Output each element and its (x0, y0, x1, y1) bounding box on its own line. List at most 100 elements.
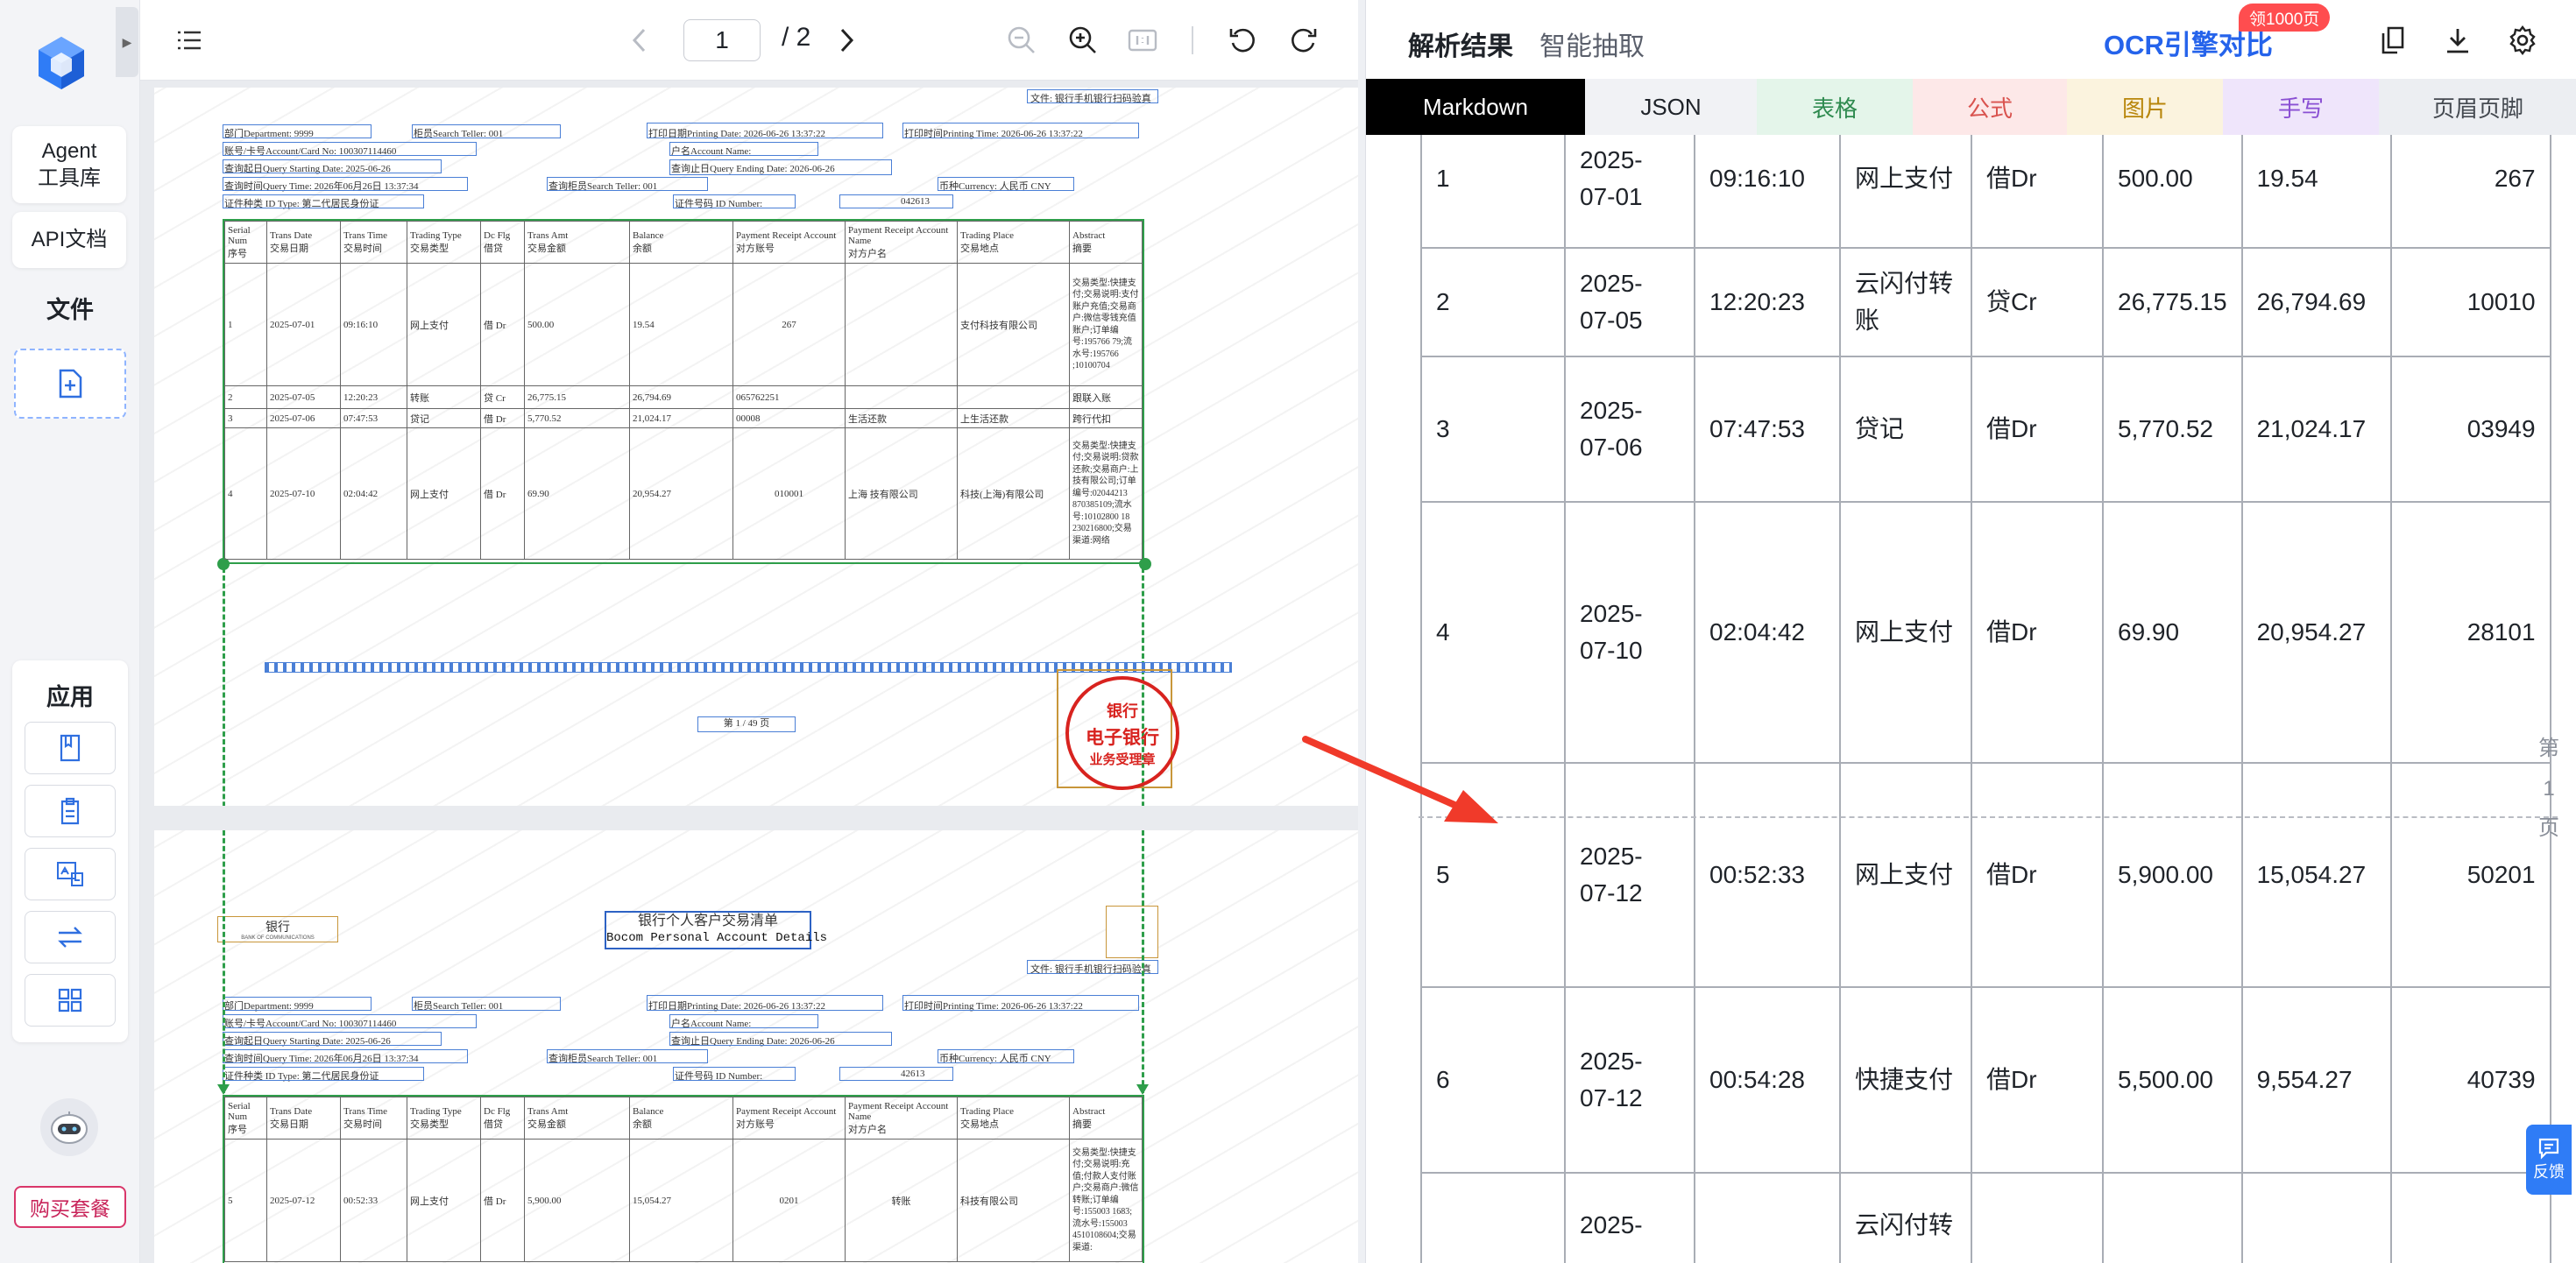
page-break-divider (1419, 816, 2558, 818)
ocr-region (547, 177, 708, 191)
result-table: 1 2025- 07-01 09:16:10 网上支付 借Dr 500.00 19.54 26… (1420, 135, 2551, 1263)
table-cell: 21,024.17 (629, 408, 733, 428)
table-cell: 02:04:42 (340, 427, 407, 560)
page-number-input[interactable] (683, 19, 761, 61)
table-cell: 交易类型:快捷支付;交易说明:支付账户充值;交易商户:微信零钱充值账户;订单编号… (1069, 263, 1143, 386)
settings-gear-icon[interactable] (2503, 21, 2542, 60)
prev-page-icon[interactable] (620, 21, 659, 60)
book-icon (60, 734, 81, 762)
seal-line-1: 电子银行 (1086, 725, 1159, 748)
collapse-sidebar-button[interactable]: ▶ (116, 7, 138, 77)
table-cell: 500.00 (524, 263, 630, 386)
feedback-button[interactable]: 反馈 (2526, 1125, 2572, 1195)
table-cell: 2 (224, 385, 267, 409)
table-cell: 3 (224, 408, 267, 428)
agent-toolkit-button[interactable]: Agent 工具库 (12, 126, 126, 203)
statement-title-cn: 银行个人客户交易清单 (637, 914, 778, 928)
table-cell: 跨行代扣 (1069, 408, 1143, 428)
zoom-out-icon[interactable] (1002, 21, 1041, 60)
ocr-region (647, 123, 883, 138)
ocr-region (412, 124, 561, 138)
document-viewer: / 2 文件: 银行手机银行扫码验真 (140, 0, 1358, 1263)
column-header: Payment Receipt Account Name 对方户名 (845, 1097, 958, 1140)
result-table-cell: 00:54:28 (1694, 986, 1841, 1174)
result-table-cell: 5,770.52 (2102, 356, 2243, 503)
table-cell: 15,054.27 (629, 1139, 733, 1262)
ocr-region (839, 194, 953, 208)
result-table-cell: 贷记 (1839, 356, 1972, 503)
outline-list-icon[interactable] (170, 21, 209, 60)
zoom-in-icon[interactable] (1064, 21, 1102, 60)
tab-handwriting[interactable]: 手写 (2223, 79, 2379, 135)
tab-table[interactable]: 表格 (1757, 79, 1913, 135)
table-cell: 00008 (732, 408, 846, 428)
rotate-left-icon[interactable] (1223, 21, 1262, 60)
table-cell: 生活还款 (845, 408, 958, 428)
result-table-cell: 借Dr (1971, 501, 2104, 764)
viewer-toolbar: / 2 (140, 0, 1358, 81)
column-header: Trans Date 交易日期 (266, 221, 341, 264)
result-table-cell: 69.90 (2102, 501, 2243, 764)
upload-file-button[interactable] (14, 349, 126, 419)
result-table-cell: 贷Cr (1971, 247, 2104, 357)
feedback-icon (2538, 1138, 2559, 1160)
table-row: 5 2025-07-12 00:52:33 网上支付 借 Dr 5,900.00… (224, 1139, 1143, 1262)
grid-icon (58, 988, 82, 1013)
table-cell: 2025-07-06 (266, 408, 341, 428)
rotate-right-icon[interactable] (1284, 21, 1323, 60)
actual-size-icon[interactable] (1123, 21, 1162, 60)
bank-logo: 银行 BANK OF COMMUNICATIONS (217, 916, 338, 942)
ocr-region (223, 159, 442, 173)
ocr-region (223, 124, 372, 138)
tab-header-footer[interactable]: 页眉页脚 (2379, 79, 2576, 135)
result-table-cell: 快捷支付 (1839, 986, 1972, 1174)
column-header: Balance 余额 (629, 1097, 733, 1140)
column-header: Serial Num 序号 (224, 221, 267, 264)
buy-plan-button[interactable]: 购买套餐 (14, 1186, 126, 1228)
result-table-cell: 借Dr (1971, 986, 2104, 1174)
table-cell: 09:16:10 (340, 263, 407, 386)
column-header: Trading Type 交易类型 (407, 221, 481, 264)
assistant-avatar[interactable] (40, 1098, 98, 1156)
ocr-region (669, 159, 892, 175)
table-cell: 2025-07-05 (266, 385, 341, 409)
table-cell: 0201 (732, 1139, 846, 1262)
results-panel: 解析结果 智能抽取 OCR引擎对比 领1000页 Markdown JSON 表… (1365, 0, 2576, 1263)
next-page-icon[interactable] (827, 21, 866, 60)
result-table-row: 3 2025- 07-06 07:47:53 贷记 借Dr 5,770.52 21,024.… (1420, 356, 2551, 503)
result-table-cell: 2025- 07-12 (1564, 986, 1695, 1174)
clipboard-icon (60, 797, 80, 825)
table-cell: 00:52:33 (340, 1139, 407, 1262)
column-header: Payment Receipt Account 对方账号 (732, 221, 846, 264)
tab-smart-extract[interactable]: 智能抽取 (1539, 25, 1645, 63)
app-image-translate-button[interactable] (25, 848, 116, 900)
tab-json[interactable]: JSON (1585, 79, 1757, 135)
result-table-cell (1971, 1172, 2104, 1263)
tab-image[interactable]: 图片 (2067, 79, 2223, 135)
document-page-1: 文件: 银行手机银行扫码验真 部门Department: 9999 柜员Sear… (154, 88, 1358, 806)
app-book-button[interactable] (25, 722, 116, 774)
result-table-row: 5 2025- 07-12 00:52:33 网上支付 借Dr 5,900.00 15,05… (1420, 762, 2551, 988)
download-icon[interactable] (2438, 21, 2477, 60)
table-cell: 5 (224, 1139, 267, 1262)
result-table-row: 4 2025- 07-10 02:04:42 网上支付 借Dr 69.90 20,954.2… (1420, 501, 2551, 764)
api-docs-button[interactable]: API文档 (12, 212, 126, 268)
table-cell: 网上支付 (407, 1139, 481, 1262)
result-table-cell: 网上支付 (1839, 762, 1972, 988)
copy-icon[interactable] (2374, 21, 2412, 60)
tab-parse-result[interactable]: 解析结果 (1408, 25, 1513, 63)
table-cell: 26,775.15 (524, 385, 630, 409)
promo-badge: 领1000页 (2239, 4, 2331, 32)
app-logo-icon[interactable] (30, 32, 93, 95)
column-header: Trans Date 交易日期 (266, 1097, 341, 1140)
markdown-table-view[interactable]: 1 2025- 07-01 09:16:10 网上支付 借Dr 500.00 19.54 26… (1366, 135, 2576, 1263)
tab-markdown[interactable]: Markdown (1366, 79, 1585, 135)
tab-formula[interactable]: 公式 (1913, 79, 2067, 135)
app-clipboard-button[interactable] (25, 785, 116, 837)
table-cell: 交易类型:快捷支付;交易说明:充值;付款人支付账户;交易商户:微信转账;订单编号… (1069, 1139, 1143, 1262)
document-page-2: 银行 BANK OF COMMUNICATIONS 银行个人客户交易清单 Boc… (154, 830, 1358, 1263)
app-grid-button[interactable] (25, 974, 116, 1027)
bank-seal: 银行 电子银行 业务受理章 (1065, 676, 1179, 790)
region-connector (1142, 830, 1144, 1093)
app-compare-button[interactable] (25, 911, 116, 963)
